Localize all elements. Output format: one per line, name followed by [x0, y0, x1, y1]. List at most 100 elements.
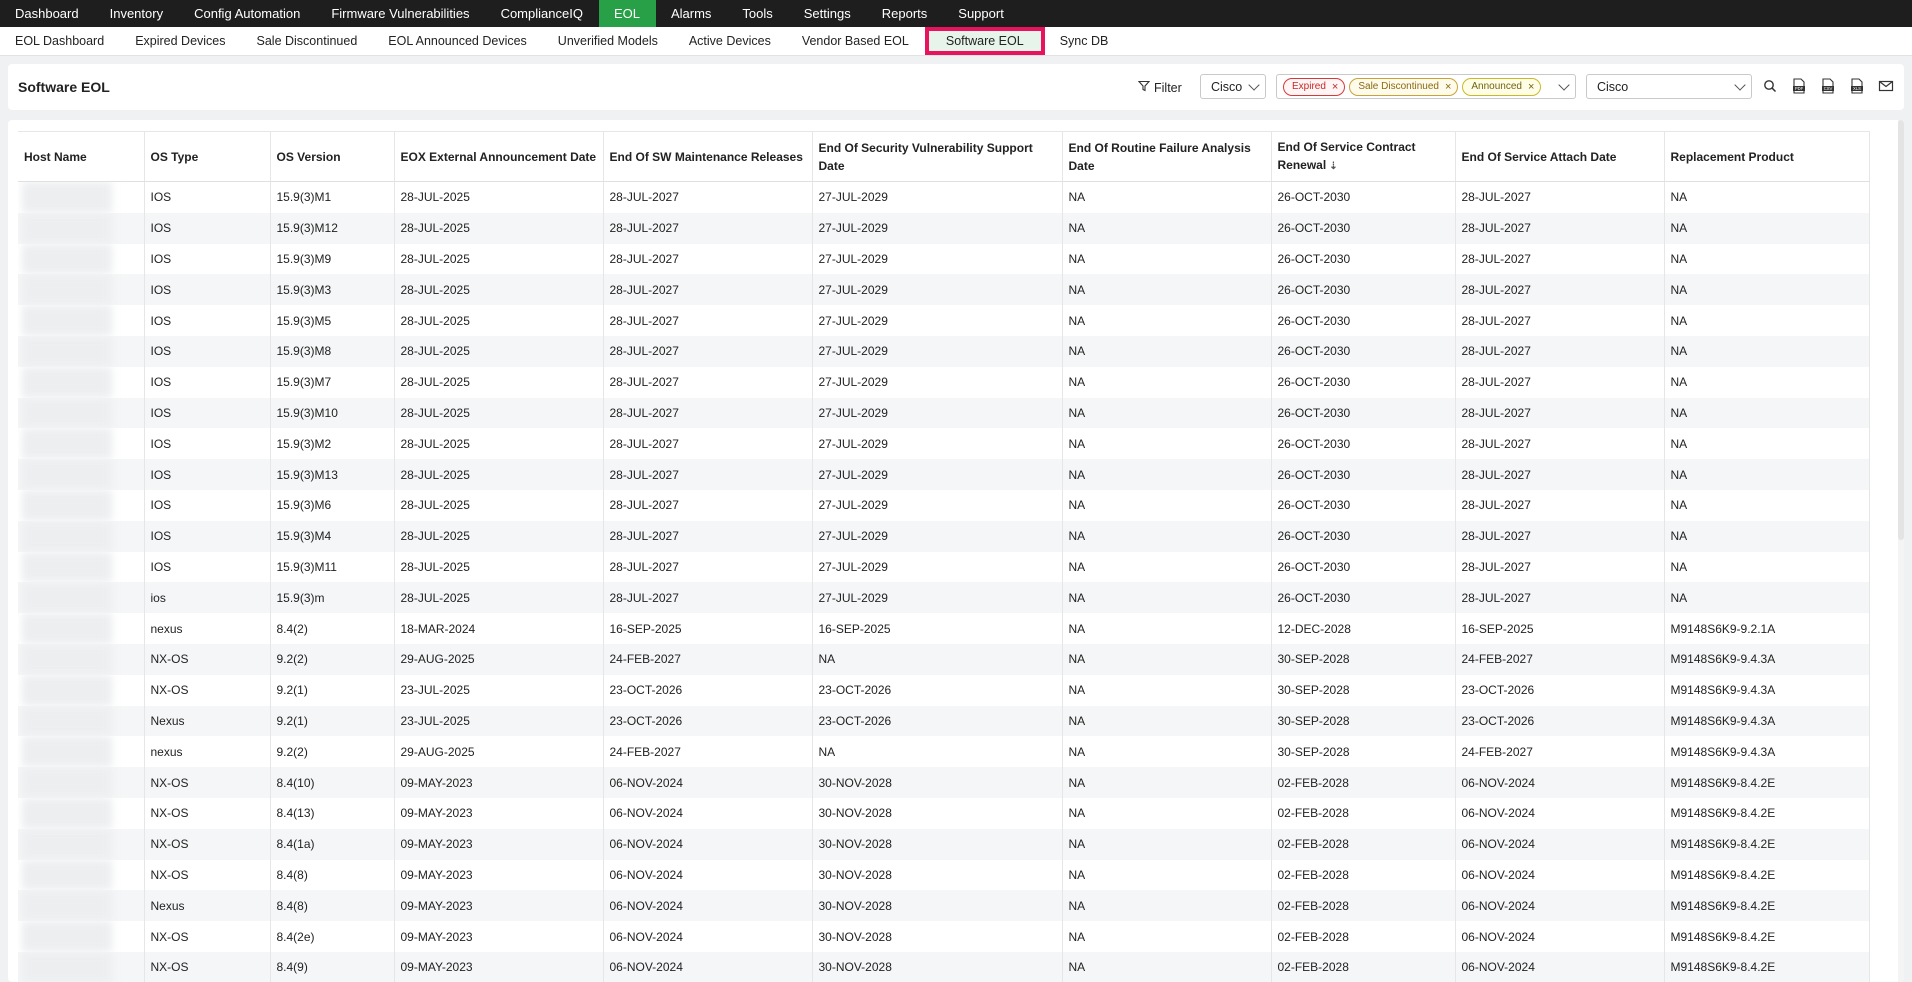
table-row[interactable]: ios 15.9(3)m 28-JUL-2025 28-JUL-2027 27-JUL-… [18, 582, 1870, 614]
host-name-cell[interactable] [18, 335, 145, 367]
close-icon[interactable]: × [1332, 81, 1338, 93]
host-name-cell[interactable] [18, 428, 145, 460]
table-row[interactable]: IOS 15.9(3)M6 28-JUL-2025 28-JUL-2027 27-JUL… [18, 489, 1870, 521]
tab-unverified-models[interactable]: Unverified Models [543, 27, 674, 55]
table-row[interactable]: NX-OS 9.2(1) 23-JUL-2025 23-OCT-2026 23-OCT-… [18, 674, 1870, 706]
host-name-cell[interactable] [18, 890, 145, 922]
tab-sync-db[interactable]: Sync DB [1045, 27, 1125, 55]
table-row[interactable]: IOS 15.9(3)M10 28-JUL-2025 28-JUL-2027 27-JU… [18, 397, 1870, 429]
nav-item-reports[interactable]: Reports [867, 0, 944, 27]
nav-item-alarms[interactable]: Alarms [656, 0, 727, 27]
table-row[interactable]: IOS 15.9(3)M5 28-JUL-2025 28-JUL-2027 27-JUL… [18, 305, 1870, 336]
nav-item-config-automation[interactable]: Config Automation [179, 0, 316, 27]
table-row[interactable]: IOS 15.9(3)M12 28-JUL-2025 28-JUL-2027 27-JU… [18, 212, 1870, 244]
tab-eol-announced-devices[interactable]: EOL Announced Devices [373, 27, 543, 55]
host-name-cell[interactable] [18, 212, 145, 244]
nav-item-tools[interactable]: Tools [727, 0, 788, 27]
column-header-os-type[interactable]: OS Type [144, 131, 271, 182]
table-row[interactable]: nexus 9.2(2) 29-AUG-2025 24-FEB-2027 NA NA 30-… [18, 736, 1870, 768]
eol-status-multiselect[interactable]: Expired × Sale Discontinued × Announced × [1276, 74, 1576, 99]
nav-item-support[interactable]: Support [943, 0, 1020, 27]
table-row[interactable]: NX-OS 8.4(2e) 09-MAY-2023 06-NOV-2024 30-NOV… [18, 921, 1870, 952]
host-name-cell[interactable] [18, 489, 145, 521]
host-name-cell[interactable] [18, 736, 145, 768]
tab-expired-devices[interactable]: Expired Devices [120, 27, 241, 55]
host-name-cell[interactable] [18, 705, 145, 737]
table-row[interactable]: IOS 15.9(3)M7 28-JUL-2025 28-JUL-2027 27-JUL… [18, 366, 1870, 398]
table-row[interactable]: IOS 15.9(3)M13 28-JUL-2025 28-JUL-2027 27-JU… [18, 459, 1870, 490]
host-name-cell[interactable] [18, 274, 145, 306]
column-header-end-of-sw-maintenance-releases[interactable]: End Of SW Maintenance Releases [603, 131, 813, 182]
table-row[interactable]: IOS 15.9(3)M9 28-JUL-2025 28-JUL-2027 27-JUL… [18, 243, 1870, 275]
table-row[interactable]: IOS 15.9(3)M11 28-JUL-2025 28-JUL-2027 27-JU… [18, 551, 1870, 583]
column-header-end-of-routine-failure-analysis-date[interactable]: End Of Routine Failure Analysis Date [1062, 131, 1272, 182]
tab-sale-discontinued[interactable]: Sale Discontinued [242, 27, 374, 55]
close-icon[interactable]: × [1528, 81, 1534, 93]
table-row[interactable]: IOS 15.9(3)M2 28-JUL-2025 28-JUL-2027 27-JUL… [18, 428, 1870, 460]
table-row[interactable]: nexus 8.4(2) 18-MAR-2024 16-SEP-2025 16-SEP-… [18, 613, 1870, 644]
scrollbar-thumb[interactable] [1898, 120, 1904, 540]
host-name-cell[interactable] [18, 643, 145, 675]
table-row[interactable]: NX-OS 8.4(1a) 09-MAY-2023 06-NOV-2024 30-NOV… [18, 828, 1870, 860]
host-name-cell[interactable] [18, 243, 145, 275]
host-name-cell[interactable] [18, 951, 145, 982]
host-name-cell[interactable] [18, 459, 145, 490]
filter-button[interactable]: Filter [1137, 80, 1182, 95]
table-row[interactable]: NX-OS 8.4(9) 09-MAY-2023 06-NOV-2024 30-NOV-… [18, 951, 1870, 982]
table-row[interactable]: IOS 15.9(3)M4 28-JUL-2025 28-JUL-2027 27-JUL… [18, 520, 1870, 552]
table-row[interactable]: Nexus 9.2(1) 23-JUL-2025 23-OCT-2026 23-OCT-… [18, 705, 1870, 737]
table-row[interactable]: NX-OS 9.2(2) 29-AUG-2025 24-FEB-2027 NA NA 30-… [18, 643, 1870, 675]
table-row[interactable]: IOS 15.9(3)M8 28-JUL-2025 28-JUL-2027 27-JUL… [18, 335, 1870, 367]
column-header-os-version[interactable]: OS Version [270, 131, 395, 182]
search-icon[interactable] [1760, 76, 1780, 96]
table-row[interactable]: IOS 15.9(3)M1 28-JUL-2025 28-JUL-2027 27-JUL… [18, 181, 1870, 213]
vendor-select[interactable]: Cisco [1200, 74, 1266, 99]
table-row[interactable]: NX-OS 8.4(13) 09-MAY-2023 06-NOV-2024 30-NOV… [18, 797, 1870, 829]
tab-software-eol[interactable]: Software EOL [924, 27, 1045, 55]
host-name-cell[interactable] [18, 921, 145, 952]
host-name-cell[interactable] [18, 520, 145, 552]
host-name-cell[interactable] [18, 397, 145, 429]
nav-item-inventory[interactable]: Inventory [95, 0, 179, 27]
host-name-cell[interactable] [18, 582, 145, 614]
column-header-eox-external-announcement-date[interactable]: EOX External Announcement Date [394, 131, 604, 182]
tab-active-devices[interactable]: Active Devices [674, 27, 787, 55]
column-header-end-of-service-attach-date[interactable]: End Of Service Attach Date [1455, 131, 1665, 182]
host-name-cell[interactable] [18, 797, 145, 829]
table-row[interactable]: Nexus 8.4(8) 09-MAY-2023 06-NOV-2024 30-NOV-… [18, 890, 1870, 922]
close-icon[interactable]: × [1445, 81, 1451, 93]
column-header-end-of-security-vulnerability-support-date[interactable]: End Of Security Vulnerability Support Da… [812, 131, 1063, 182]
column-header-host-name[interactable]: Host Name [18, 131, 145, 182]
csv-export-icon[interactable]: CSV [1818, 76, 1838, 96]
column-header-replacement-product[interactable]: Replacement Product [1664, 131, 1870, 182]
mail-icon[interactable] [1876, 76, 1896, 96]
nav-item-firmware-vulnerabilities[interactable]: Firmware Vulnerabilities [316, 0, 485, 27]
xls-export-icon[interactable]: XLS [1847, 76, 1867, 96]
host-name-cell[interactable] [18, 551, 145, 583]
host-name-cell[interactable] [18, 674, 145, 706]
host-name-cell[interactable] [18, 828, 145, 860]
pdf-export-icon[interactable]: PDF [1789, 76, 1809, 96]
nav-item-eol[interactable]: EOL [598, 0, 656, 27]
status-chip-sale-discontinued[interactable]: Sale Discontinued × [1349, 77, 1459, 96]
tab-vendor-based-eol[interactable]: Vendor Based EOL [787, 27, 925, 55]
tab-eol-dashboard[interactable]: EOL Dashboard [0, 27, 120, 55]
table-row[interactable]: IOS 15.9(3)M3 28-JUL-2025 28-JUL-2027 27-JUL… [18, 274, 1870, 306]
nav-item-settings[interactable]: Settings [789, 0, 867, 27]
table-row[interactable]: NX-OS 8.4(10) 09-MAY-2023 06-NOV-2024 30-NOV… [18, 767, 1870, 798]
host-name-cell[interactable] [18, 859, 145, 891]
nav-item-complianceiq[interactable]: ComplianceIQ [486, 0, 599, 27]
host-name-cell[interactable] [18, 767, 145, 798]
model-select[interactable]: Cisco [1586, 74, 1752, 99]
sort-icon[interactable]: ⇣ [1329, 158, 1337, 176]
vertical-scrollbar[interactable] [1898, 120, 1904, 982]
status-chip-announced[interactable]: Announced × [1462, 77, 1542, 96]
status-chip-expired[interactable]: Expired × [1283, 77, 1346, 96]
host-name-cell[interactable] [18, 366, 145, 398]
host-name-cell[interactable] [18, 613, 145, 644]
nav-item-dashboard[interactable]: Dashboard [0, 0, 95, 27]
column-header-end-of-service-contract-renewal[interactable]: End Of Service Contract Renewal ⇣ [1271, 131, 1456, 182]
table-row[interactable]: NX-OS 8.4(8) 09-MAY-2023 06-NOV-2024 30-NOV-… [18, 859, 1870, 891]
host-name-cell[interactable] [18, 181, 145, 213]
host-name-cell[interactable] [18, 305, 145, 336]
